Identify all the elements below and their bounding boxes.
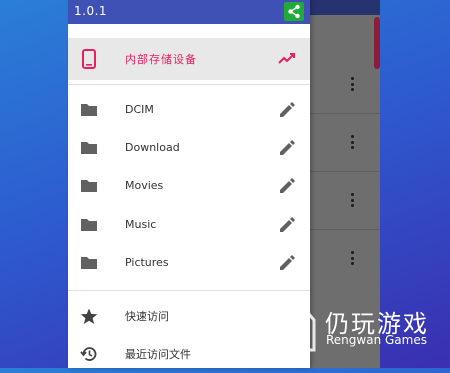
more-vert-icon[interactable] bbox=[350, 251, 354, 265]
folder-label: Music bbox=[125, 218, 157, 231]
internal-storage-item[interactable]: 内部存储设备 bbox=[68, 38, 310, 80]
pencil-icon[interactable] bbox=[278, 139, 296, 157]
more-vert-icon[interactable] bbox=[350, 135, 354, 149]
underlying-scroll-indicator bbox=[374, 17, 380, 69]
app-version: 1.0.1 bbox=[74, 4, 108, 18]
watermark: 仍玩游戏 Rengwan Games bbox=[270, 300, 450, 368]
folder-label: Movies bbox=[125, 179, 164, 192]
underlying-app-bar bbox=[310, 0, 380, 15]
nav-label: 最近访问文件 bbox=[125, 348, 191, 361]
nav-label: 快速访问 bbox=[125, 310, 169, 323]
pencil-icon[interactable] bbox=[278, 177, 296, 195]
folder-icon bbox=[81, 142, 97, 154]
watermark-logo bbox=[282, 306, 316, 352]
folder-icon bbox=[81, 257, 97, 269]
folder-item-download[interactable]: Download bbox=[68, 130, 310, 168]
folder-label: Pictures bbox=[125, 256, 169, 269]
folder-label: Download bbox=[125, 141, 180, 154]
share-icon bbox=[288, 4, 300, 19]
underlying-row-divider bbox=[310, 171, 380, 172]
phone-icon bbox=[82, 49, 96, 69]
folder-label: DCIM bbox=[125, 103, 154, 116]
divider bbox=[68, 290, 310, 291]
pencil-icon[interactable] bbox=[278, 254, 296, 272]
watermark-subtitle: Rengwan Games bbox=[326, 333, 427, 347]
more-vert-icon[interactable] bbox=[350, 193, 354, 207]
folder-icon bbox=[81, 219, 97, 231]
underlying-row-divider bbox=[310, 229, 380, 230]
drawer-header: 1.0.1 bbox=[68, 0, 310, 24]
pencil-icon[interactable] bbox=[278, 101, 296, 119]
more-vert-icon[interactable] bbox=[350, 77, 354, 91]
folder-icon bbox=[81, 180, 97, 192]
folder-item-movies[interactable]: Movies bbox=[68, 168, 310, 206]
folder-item-music[interactable]: Music bbox=[68, 207, 310, 245]
share-button[interactable] bbox=[284, 2, 304, 21]
folder-item-dcim[interactable]: DCIM bbox=[68, 92, 310, 130]
folder-item-pictures[interactable]: Pictures bbox=[68, 245, 310, 283]
trending-up-icon[interactable] bbox=[278, 51, 296, 65]
underlying-row-divider bbox=[310, 113, 380, 114]
star-icon bbox=[80, 308, 98, 324]
divider bbox=[68, 84, 310, 85]
history-icon bbox=[80, 347, 97, 361]
pencil-icon[interactable] bbox=[278, 216, 296, 234]
folder-icon bbox=[81, 104, 97, 116]
internal-storage-label: 内部存储设备 bbox=[125, 53, 197, 66]
